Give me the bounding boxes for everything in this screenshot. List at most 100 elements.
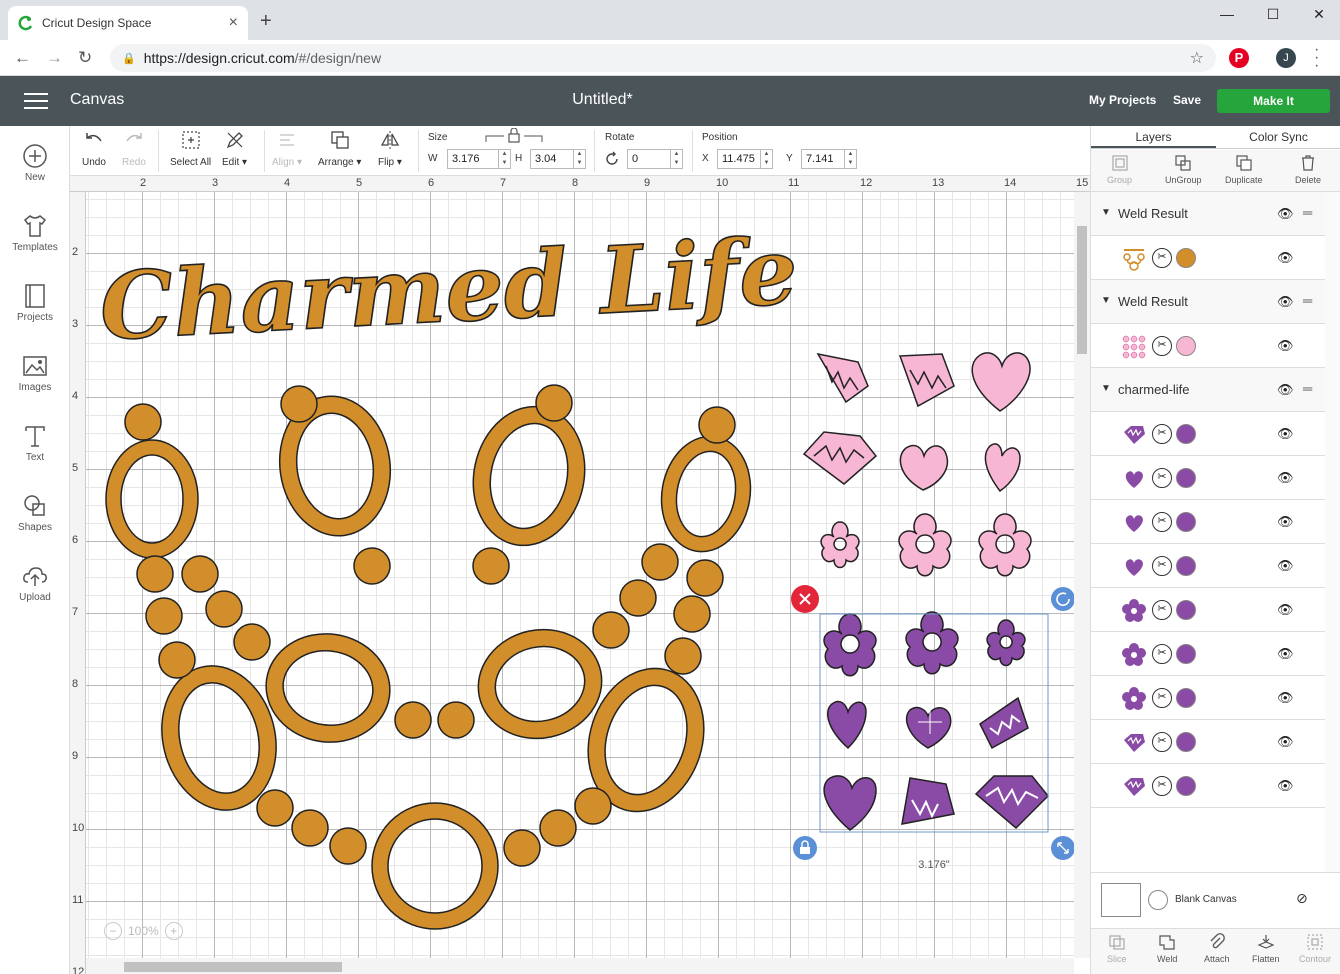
layer-row[interactable]: ✂ 👁 bbox=[1091, 632, 1325, 676]
layer-row[interactable]: ✂ 👁 bbox=[1091, 720, 1325, 764]
collapse-caret-icon[interactable]: ▼ bbox=[1101, 295, 1111, 306]
canvas-horizontal-scrollbar[interactable] bbox=[86, 958, 1074, 974]
hide-eye-icon[interactable]: ⊘ bbox=[1296, 890, 1308, 907]
layer-color-swatch[interactable] bbox=[1176, 424, 1196, 444]
layer-row[interactable]: ✂ 👁 bbox=[1091, 588, 1325, 632]
layer-row[interactable]: ✂ 👁 bbox=[1091, 764, 1325, 808]
layer-row[interactable]: ✂ 👁 bbox=[1091, 236, 1325, 280]
layer-group[interactable]: ▼ Weld Result 👁 ═ bbox=[1091, 192, 1325, 236]
maximize-icon[interactable]: ☐ bbox=[1250, 0, 1296, 28]
make-it-button[interactable]: Make It bbox=[1217, 89, 1330, 113]
cut-operation-icon[interactable]: ✂ bbox=[1152, 556, 1172, 576]
visibility-eye-icon[interactable]: 👁 bbox=[1277, 558, 1294, 574]
contour-button[interactable]: Contour bbox=[1299, 933, 1331, 964]
rotate-input[interactable]: 0 ▲ ▼ bbox=[627, 149, 683, 169]
collapse-caret-icon[interactable]: ▼ bbox=[1101, 383, 1111, 394]
vertical-scroll-thumb[interactable] bbox=[1077, 226, 1087, 354]
new-tab-icon[interactable]: + bbox=[260, 10, 272, 33]
drag-handle-icon[interactable]: ═ bbox=[1303, 205, 1312, 220]
back-icon[interactable]: ← bbox=[14, 48, 31, 68]
my-projects-link[interactable]: My Projects bbox=[1089, 93, 1156, 107]
visibility-eye-icon[interactable]: 👁 bbox=[1277, 338, 1294, 354]
visibility-eye-icon[interactable]: 👁 bbox=[1277, 778, 1294, 794]
ungroup-button[interactable]: UnGroup bbox=[1165, 154, 1202, 185]
width-stepper[interactable]: ▲ ▼ bbox=[498, 150, 510, 168]
sidebar-item-new[interactable]: New bbox=[0, 142, 70, 183]
attach-button[interactable]: Attach bbox=[1204, 933, 1230, 964]
x-stepper[interactable]: ▲ ▼ bbox=[760, 150, 772, 168]
resize-handle-icon[interactable] bbox=[1051, 836, 1074, 860]
cut-operation-icon[interactable]: ✂ bbox=[1152, 512, 1172, 532]
rotate-stepper[interactable]: ▲ ▼ bbox=[670, 150, 682, 168]
visibility-eye-icon[interactable]: 👁 bbox=[1277, 646, 1294, 662]
redo-button[interactable]: Redo bbox=[122, 129, 146, 168]
group-button[interactable]: Group bbox=[1107, 154, 1132, 185]
sidebar-item-text[interactable]: Text bbox=[0, 422, 70, 463]
forward-icon[interactable]: → bbox=[46, 48, 63, 68]
layer-group[interactable]: ▼ Weld Result 👁 ═ bbox=[1091, 280, 1325, 324]
layer-color-swatch[interactable] bbox=[1176, 556, 1196, 576]
layer-row[interactable]: ✂ 👁 bbox=[1091, 544, 1325, 588]
edit-dropdown[interactable]: Edit ▾ bbox=[222, 129, 247, 168]
drag-handle-icon[interactable]: ═ bbox=[1303, 381, 1312, 396]
visibility-eye-icon[interactable]: 👁 bbox=[1277, 426, 1294, 442]
visibility-eye-icon[interactable]: 👁 bbox=[1277, 734, 1294, 750]
select-all-button[interactable]: Select All bbox=[170, 129, 211, 168]
cut-operation-icon[interactable]: ✂ bbox=[1152, 424, 1172, 444]
flip-dropdown[interactable]: Flip ▾ bbox=[378, 129, 402, 168]
visibility-eye-icon[interactable]: 👁 bbox=[1277, 294, 1294, 310]
purple-charms-selection[interactable] bbox=[823, 611, 1050, 831]
width-input[interactable]: 3.176 ▲ ▼ bbox=[447, 149, 511, 169]
cut-operation-icon[interactable]: ✂ bbox=[1152, 468, 1172, 488]
height-stepper[interactable]: ▲ ▼ bbox=[573, 150, 585, 168]
align-dropdown[interactable]: Align ▾ bbox=[272, 129, 302, 168]
zoom-out-icon[interactable]: − bbox=[104, 922, 122, 940]
delete-button[interactable]: Delete bbox=[1295, 154, 1321, 185]
layer-row[interactable]: ✂ 👁 bbox=[1091, 456, 1325, 500]
layer-color-swatch[interactable] bbox=[1176, 600, 1196, 620]
lock-handle-icon[interactable] bbox=[793, 836, 817, 860]
panel-scrollbar[interactable] bbox=[1325, 192, 1340, 872]
cut-operation-icon[interactable]: ✂ bbox=[1152, 600, 1172, 620]
sidebar-item-shapes[interactable]: Shapes bbox=[0, 492, 70, 533]
horizontal-scroll-thumb[interactable] bbox=[124, 962, 342, 972]
layer-row[interactable]: ✂ 👁 bbox=[1091, 500, 1325, 544]
duplicate-button[interactable]: Duplicate bbox=[1225, 154, 1263, 185]
visibility-eye-icon[interactable]: 👁 bbox=[1277, 690, 1294, 706]
profile-avatar[interactable]: J bbox=[1276, 48, 1296, 68]
cut-operation-icon[interactable]: ✂ bbox=[1152, 732, 1172, 752]
visibility-eye-icon[interactable]: 👁 bbox=[1277, 470, 1294, 486]
cut-operation-icon[interactable]: ✂ bbox=[1152, 644, 1172, 664]
size-lock-icon[interactable] bbox=[484, 128, 544, 144]
pinterest-icon[interactable]: P bbox=[1229, 48, 1249, 68]
drag-handle-icon[interactable]: ═ bbox=[1303, 293, 1312, 308]
visibility-eye-icon[interactable]: 👁 bbox=[1277, 602, 1294, 618]
sidebar-item-upload[interactable]: Upload bbox=[0, 562, 70, 603]
delete-selection-icon[interactable] bbox=[791, 585, 819, 613]
blank-canvas-swatch[interactable] bbox=[1101, 883, 1141, 917]
canvas-vertical-scrollbar[interactable] bbox=[1074, 192, 1090, 958]
rotate-handle-icon[interactable] bbox=[1051, 587, 1074, 611]
height-input[interactable]: 3.04 ▲ ▼ bbox=[530, 149, 586, 169]
visibility-eye-icon[interactable]: 👁 bbox=[1277, 514, 1294, 530]
cut-operation-icon[interactable]: ✂ bbox=[1152, 688, 1172, 708]
save-link[interactable]: Save bbox=[1173, 93, 1201, 107]
layer-color-swatch[interactable] bbox=[1176, 732, 1196, 752]
y-stepper[interactable]: ▲ ▼ bbox=[844, 150, 856, 168]
layer-color-swatch[interactable] bbox=[1176, 688, 1196, 708]
slice-button[interactable]: Slice bbox=[1107, 933, 1127, 964]
arrange-dropdown[interactable]: Arrange ▾ bbox=[318, 129, 361, 168]
layer-color-swatch[interactable] bbox=[1176, 248, 1196, 268]
blank-canvas-row[interactable]: Blank Canvas ⊘ bbox=[1091, 872, 1340, 928]
sidebar-item-templates[interactable]: Templates bbox=[0, 212, 70, 253]
cut-operation-icon[interactable]: ✂ bbox=[1152, 776, 1172, 796]
cut-operation-icon[interactable]: ✂ bbox=[1152, 336, 1172, 356]
collapse-caret-icon[interactable]: ▼ bbox=[1101, 207, 1111, 218]
layer-color-swatch[interactable] bbox=[1176, 776, 1196, 796]
visibility-eye-icon[interactable]: 👁 bbox=[1277, 250, 1294, 266]
layer-color-swatch[interactable] bbox=[1176, 512, 1196, 532]
address-bar[interactable]: 🔒 https://design.cricut.com/#/design/new… bbox=[110, 44, 1216, 72]
layer-row[interactable]: ✂ 👁 bbox=[1091, 412, 1325, 456]
visibility-eye-icon[interactable]: 👁 bbox=[1277, 206, 1294, 222]
minimize-icon[interactable]: — bbox=[1204, 0, 1250, 28]
